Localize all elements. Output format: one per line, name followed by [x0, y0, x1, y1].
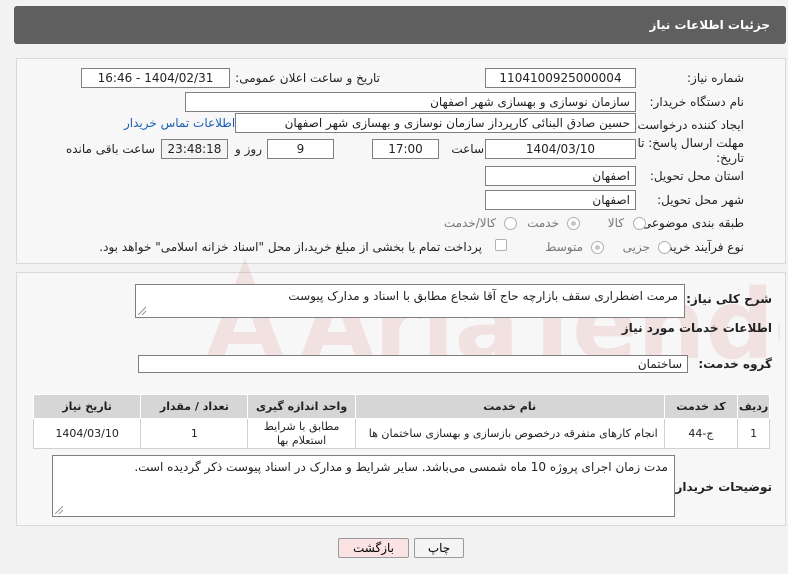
print-button[interactable]: چاپ: [414, 538, 464, 558]
summary-textarea: مرمت اضطراری سقف بازارچه حاج آقا شجاع مط…: [135, 284, 685, 318]
process-label: نوع فرآیند خرید :: [659, 240, 744, 254]
deadline-date-field: 1404/03/10: [485, 139, 636, 159]
cell-code: ج-44: [663, 418, 739, 449]
col-header-name: نام خدمت: [354, 394, 665, 419]
services-table-header: ردیف کد خدمت نام خدمت واحد اندازه گیری ت…: [32, 394, 770, 419]
category-radio-goods-service[interactable]: [504, 217, 517, 230]
col-header-unit: واحد اندازه گیری: [247, 394, 356, 419]
announce-datetime-field: 1404/02/31 - 16:46: [81, 68, 230, 88]
process-option-medium: متوسط: [545, 240, 583, 254]
deadline-label: مهلت ارسال پاسخ: تا تاریخ:: [637, 136, 744, 166]
buyer-org-label: نام دستگاه خریدار:: [649, 95, 745, 109]
city-field: اصفهان: [485, 190, 636, 210]
cell-qty: 1: [140, 418, 249, 449]
col-header-date: تاریخ نیاز: [32, 394, 142, 419]
deadline-time-label: ساعت: [451, 142, 484, 156]
category-label: طبقه بندی موضوعی:: [637, 216, 744, 230]
page-title: جزئیات اطلاعات نیاز: [649, 18, 770, 32]
resize-grip-icon[interactable]: [138, 307, 146, 315]
summary-text: مرمت اضطراری سقف بازارچه حاج آقا شجاع مط…: [288, 289, 678, 303]
process-option-minor: جزیی: [622, 240, 650, 254]
city-label: شهر محل تحویل:: [657, 193, 744, 207]
summary-label: شرح کلی نیاز:: [686, 292, 772, 306]
service-group-label: گروه خدمت:: [698, 357, 772, 371]
services-section-title: اطلاعات خدمات مورد نیاز: [621, 321, 772, 335]
cell-row: 1: [737, 418, 770, 449]
creator-field: حسین صادق البنائی کارپرداز سازمان نوسازی…: [235, 113, 636, 133]
page-header: جزئیات اطلاعات نیاز: [14, 6, 786, 44]
need-number-label: شماره نیاز:: [687, 71, 744, 85]
category-radio-service[interactable]: [567, 217, 580, 230]
remaining-label: ساعت باقی مانده: [65, 142, 155, 156]
remaining-days-field: 9: [267, 139, 334, 159]
col-header-code: کد خدمت: [663, 394, 739, 419]
buyer-org-field: سازمان نوسازی و بهسازی شهر اصفهان: [185, 92, 636, 112]
deadline-time-field: 17:00: [372, 139, 439, 159]
buyer-notes-label: توضیحات خریدار:: [670, 480, 772, 494]
days-label: روز و: [235, 142, 262, 156]
buyer-contact-link[interactable]: اطلاعات تماس خریدار: [124, 116, 235, 130]
buyer-notes-text: مدت زمان اجرای پروژه 10 ماه شمسی می‌باشد…: [134, 460, 668, 474]
services-table: ردیف کد خدمت نام خدمت واحد اندازه گیری ت…: [32, 394, 770, 449]
cell-name: انجام کارهای متفرقه درخصوص بازسازی و بهس…: [354, 418, 665, 449]
cell-unit: مطابق با شرایط استعلام بها: [247, 418, 356, 449]
cell-date: 1404/03/10: [32, 418, 142, 449]
category-option-goods-service: کالا/خدمت: [443, 216, 496, 230]
province-field: اصفهان: [485, 166, 636, 186]
announce-datetime-label: تاریخ و ساعت اعلان عمومی:: [235, 71, 380, 85]
treasury-payment-note: پرداخت تمام یا بخشی از مبلغ خرید،از محل …: [99, 240, 482, 254]
service-group-field: ساختمان: [138, 355, 688, 373]
remaining-time-field: 23:48:18: [161, 139, 228, 159]
category-radio-goods[interactable]: [633, 217, 646, 230]
deadline-label-line2: تاریخ:: [716, 151, 744, 165]
province-label: استان محل تحویل:: [649, 169, 744, 183]
col-header-qty: تعداد / مقدار: [140, 394, 249, 419]
creator-label: ایجاد کننده درخواست:: [633, 118, 744, 132]
treasury-checkbox[interactable]: [495, 239, 507, 251]
col-header-row: ردیف: [737, 394, 770, 419]
category-option-service: خدمت: [527, 216, 559, 230]
need-number-field: 1104100925000004: [485, 68, 636, 88]
process-radio-medium[interactable]: [591, 241, 604, 254]
category-option-goods: کالا: [607, 216, 624, 230]
buyer-notes-textarea: مدت زمان اجرای پروژه 10 ماه شمسی می‌باشد…: [52, 455, 675, 517]
process-radio-minor[interactable]: [658, 241, 671, 254]
back-button[interactable]: بازگشت: [338, 538, 409, 558]
resize-grip-icon[interactable]: [55, 506, 63, 514]
deadline-label-line1: مهلت ارسال پاسخ: تا: [637, 136, 744, 150]
table-row: 1 ج-44 انجام کارهای متفرقه درخصوص بازساز…: [32, 418, 770, 449]
